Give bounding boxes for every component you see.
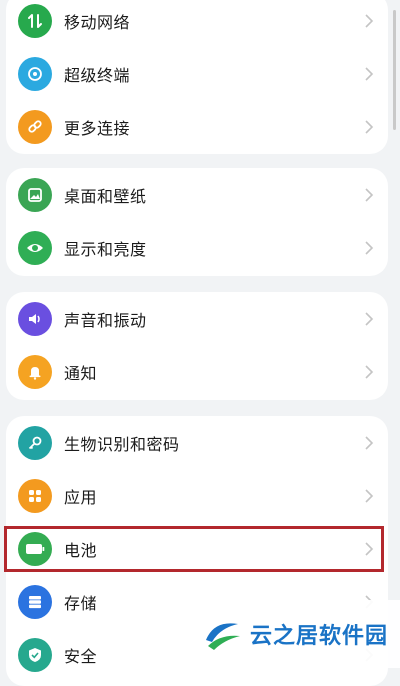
chevron-right-icon (365, 187, 374, 202)
settings-item-notifications[interactable]: 通知 (6, 345, 388, 398)
wallpaper-icon (18, 177, 52, 212)
settings-item-label: 移动网络 (64, 12, 131, 32)
settings-item-more-connections[interactable]: 更多连接 (6, 100, 388, 153)
bell-icon (18, 354, 52, 389)
settings-item-label: 桌面和壁纸 (64, 186, 147, 206)
settings-item-label: 生物识别和密码 (64, 434, 180, 454)
settings-item-label: 显示和亮度 (64, 239, 147, 259)
super-device-icon (18, 56, 52, 91)
watermark-logo (206, 623, 240, 650)
chevron-right-icon (365, 364, 374, 379)
settings-item-label: 声音和振动 (64, 310, 147, 330)
settings-item-mobile-network[interactable]: 移动网络 (6, 0, 388, 47)
chevron-right-icon (365, 240, 374, 255)
watermark-text: 云之居软件园 (250, 624, 389, 649)
settings-item-label: 存储 (64, 593, 98, 613)
apps-icon (18, 478, 52, 513)
settings-group-display: 桌面和壁纸 显示和亮度 (6, 168, 388, 276)
settings-item-label: 更多连接 (64, 118, 131, 138)
key-icon (18, 425, 52, 460)
settings-item-super-device[interactable]: 超级终端 (6, 47, 388, 100)
chevron-right-icon (365, 435, 374, 450)
chevron-right-icon (365, 119, 374, 134)
battery-icon (18, 531, 52, 566)
chevron-right-icon (365, 66, 374, 81)
shield-icon (18, 637, 52, 672)
chevron-right-icon (365, 13, 374, 28)
settings-item-label: 电池 (64, 540, 98, 560)
settings-item-label: 应用 (64, 487, 98, 507)
scrollbar[interactable] (393, 10, 396, 130)
settings-item-apps[interactable]: 应用 (6, 469, 388, 522)
speaker-icon (18, 301, 52, 336)
mobile-data-icon (18, 3, 52, 38)
settings-item-biometrics-password[interactable]: 生物识别和密码 (6, 416, 388, 469)
settings-group-sound: 声音和振动 通知 (6, 292, 388, 400)
chevron-right-icon (365, 541, 374, 556)
chevron-right-icon (365, 311, 374, 326)
settings-item-label: 通知 (64, 363, 98, 383)
settings-group-connectivity: 移动网络 超级终端 更多连接 (6, 0, 388, 154)
watermark: 云之居软件园 (200, 600, 400, 668)
settings-item-label: 安全 (64, 646, 98, 666)
settings-item-display-brightness[interactable]: 显示和亮度 (6, 221, 388, 274)
chevron-right-icon (365, 488, 374, 503)
link-icon (18, 109, 52, 144)
settings-item-sound-vibration[interactable]: 声音和振动 (6, 292, 388, 345)
settings-item-label: 超级终端 (64, 65, 131, 85)
eye-icon (18, 230, 52, 265)
settings-item-battery[interactable]: 电池 (6, 522, 388, 575)
storage-icon (18, 584, 52, 619)
settings-item-wallpaper[interactable]: 桌面和壁纸 (6, 168, 388, 221)
